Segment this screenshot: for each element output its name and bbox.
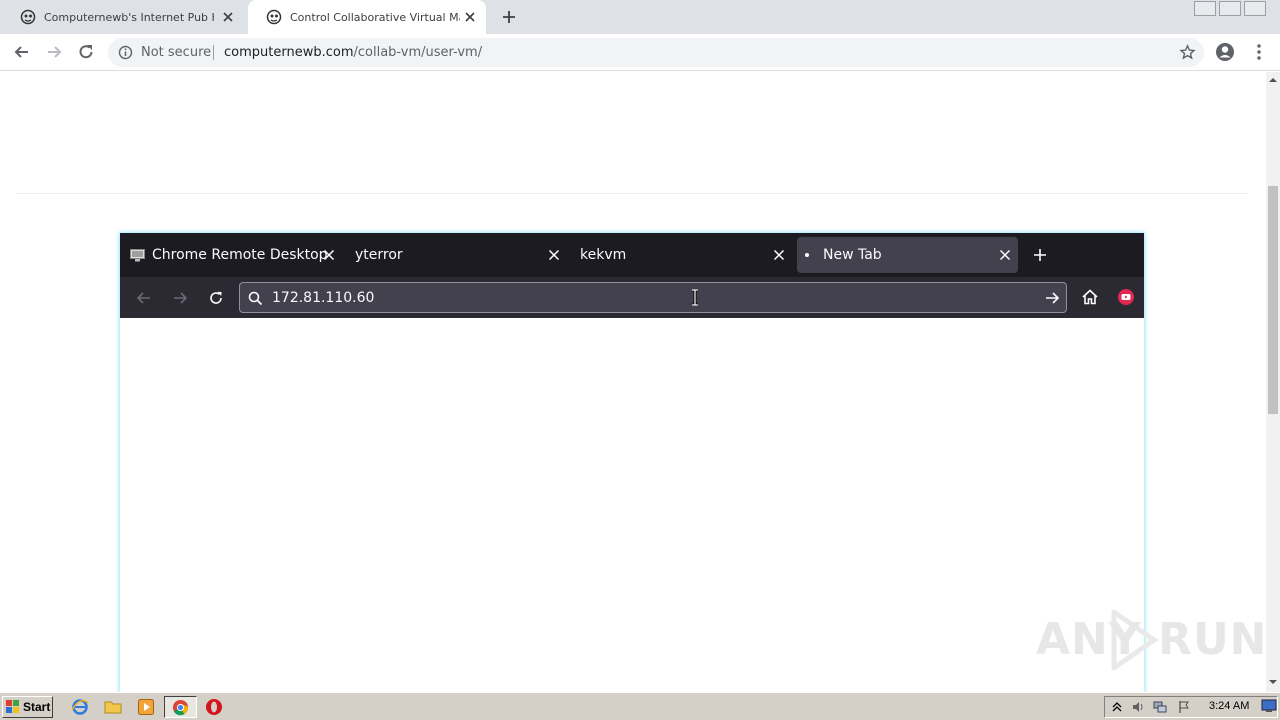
tab-title: Computernewb's Internet Pub Hub [44,10,214,24]
restore-button[interactable] [1219,1,1241,16]
more-menu-icon[interactable] [1249,42,1269,62]
vm-browser-tab-bar: Chrome Remote Desktop yterror kekvm New … [120,233,1144,277]
url-path: /collab-vm/user-vm/ [353,45,483,60]
vm-page-content [120,318,1144,693]
vm-screen[interactable]: Chrome Remote Desktop yterror kekvm New … [120,233,1144,693]
new-tab-plus-icon[interactable] [499,7,519,27]
vm-tab-title: kekvm [580,247,627,263]
forward-arrow-icon[interactable] [172,290,188,306]
network-icon[interactable] [1153,700,1167,714]
close-window-button[interactable] [1244,1,1266,16]
profile-avatar-icon[interactable] [1215,42,1235,62]
browser-toolbar: Not secure computernewb.com/collab-vm/us… [0,34,1280,71]
folder-icon[interactable] [104,698,122,716]
show-desktop-icon[interactable] [1261,699,1277,713]
opera-icon[interactable] [205,698,223,716]
vm-tab-chrome-remote-desktop[interactable]: Chrome Remote Desktop [120,237,345,273]
back-arrow-icon[interactable] [12,42,32,62]
scroll-thumb[interactable] [1268,186,1278,414]
page-scrollbar[interactable] [1266,72,1280,692]
page-divider [16,193,1248,194]
vm-tab-title: yterror [355,247,403,263]
computernewb-favicon-icon [20,9,36,25]
bookmark-star-icon[interactable] [1179,44,1196,61]
divider [213,45,214,60]
internet-explorer-icon[interactable] [71,698,89,716]
vm-url-bar[interactable] [239,282,1067,313]
browser-tab-pub-hub[interactable]: Computernewb's Internet Pub Hub [2,0,244,34]
home-icon[interactable] [1081,288,1099,306]
action-center-flag-icon[interactable] [1177,700,1191,714]
scroll-down-arrow-icon[interactable] [1266,676,1280,688]
new-tab-plus-icon[interactable] [1033,248,1047,262]
computernewb-favicon-icon [266,9,282,25]
go-arrow-icon[interactable] [1044,290,1060,306]
vm-tab-title: New Tab [823,247,882,263]
browser-tab-strip: Computernewb's Internet Pub Hub Control … [0,0,1280,34]
system-tray: 3:24 AM [1104,696,1278,718]
vm-tab-title: Chrome Remote Desktop [152,247,328,263]
close-tab-icon[interactable] [773,249,785,261]
security-status[interactable]: Not secure [141,45,211,60]
info-icon[interactable] [118,45,133,60]
watermark-text: ANY RUN [1036,614,1268,665]
anyrun-watermark-logo: ANY RUN [1036,610,1267,670]
extension-badge-icon[interactable] [1117,288,1135,306]
forward-arrow-icon[interactable] [44,42,64,62]
address-bar[interactable]: Not secure computernewb.com/collab-vm/us… [108,38,1204,67]
taskbar-chrome-button[interactable] [164,696,197,718]
vm-tab-yterror[interactable]: yterror [346,237,571,273]
url-host: computernewb.com [224,45,354,60]
media-player-icon[interactable] [137,698,155,716]
browser-tab-collab-vm[interactable]: Control Collaborative Virtual Machine [248,0,486,34]
reload-icon[interactable] [208,290,224,306]
minimize-button[interactable] [1194,1,1216,16]
volume-icon[interactable] [1131,700,1145,714]
vm-tab-new-tab[interactable]: New Tab [797,237,1018,273]
chrome-icon [172,699,189,716]
taskbar: Start 3:24 AM [0,692,1280,720]
vm-browser-navbar [120,277,1144,318]
chrome-remote-desktop-icon [130,248,145,261]
windows-logo-icon [6,700,19,713]
url-text[interactable]: computernewb.com/collab-vm/user-vm/ [224,45,482,60]
back-arrow-icon[interactable] [136,290,152,306]
vm-url-input[interactable] [272,283,1012,312]
close-tab-icon[interactable] [323,249,335,261]
tab-title: Control Collaborative Virtual Machine [290,10,460,24]
search-icon [248,291,263,306]
start-button[interactable]: Start [2,696,53,718]
tab-loading-dot-icon [805,253,809,257]
clock[interactable]: 3:24 AM [1209,700,1249,712]
scroll-up-arrow-icon[interactable] [1266,74,1280,86]
window-controls [1191,1,1266,17]
start-label: Start [23,700,51,714]
close-tab-icon[interactable] [548,249,560,261]
close-tab-icon[interactable] [464,11,476,23]
text-cursor-icon [692,289,698,306]
close-tab-icon[interactable] [999,249,1011,261]
show-hidden-icons-chevron-icon[interactable] [1110,700,1124,714]
reload-icon[interactable] [76,42,96,62]
vm-tab-kekvm[interactable]: kekvm [572,237,796,273]
close-tab-icon[interactable] [222,11,234,23]
